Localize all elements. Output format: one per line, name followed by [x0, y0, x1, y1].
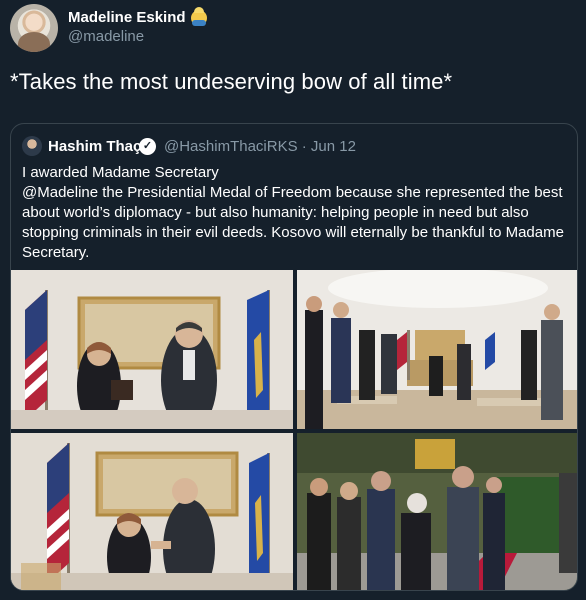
- quoted-author-name[interactable]: Hashim Thaçi: [48, 138, 146, 155]
- photo-grid: [11, 270, 577, 590]
- author-handle[interactable]: @madeline: [68, 28, 144, 45]
- photo-2-image: [297, 270, 577, 429]
- quoted-tweet[interactable]: Hashim Thaçi ✓ @HashimThaciRKS · Jun 12 …: [10, 123, 578, 591]
- photo-3-image: [11, 433, 293, 590]
- photo-1-image: [11, 270, 293, 429]
- quoted-tweet-text: I awarded Madame Secretary @Madeline the…: [22, 163, 570, 263]
- photo-4[interactable]: [297, 433, 577, 590]
- tweet-text: *Takes the most undeserving bow of all t…: [10, 69, 453, 94]
- tweet: Madeline Eskind @madeline *Takes the mos…: [0, 0, 586, 600]
- quoted-author-avatar[interactable]: [22, 136, 42, 156]
- woman-emoji-icon: [190, 6, 207, 26]
- photo-3[interactable]: [11, 433, 293, 590]
- quoted-text-line-1: I awarded Madame Secretary: [22, 164, 219, 181]
- quoted-text-line-2: @Madeline the Presidential Medal of Free…: [22, 184, 564, 261]
- author-avatar[interactable]: [10, 4, 58, 52]
- verified-badge-icon: ✓: [139, 138, 156, 155]
- author-display-name[interactable]: Madeline Eskind: [68, 9, 186, 26]
- quoted-author-meta[interactable]: @HashimThaciRKS · Jun 12: [164, 138, 356, 155]
- photo-4-image: [297, 433, 577, 590]
- photo-1[interactable]: [11, 270, 293, 429]
- author-display-name-row[interactable]: Madeline Eskind: [68, 6, 207, 26]
- photo-2[interactable]: [297, 270, 577, 429]
